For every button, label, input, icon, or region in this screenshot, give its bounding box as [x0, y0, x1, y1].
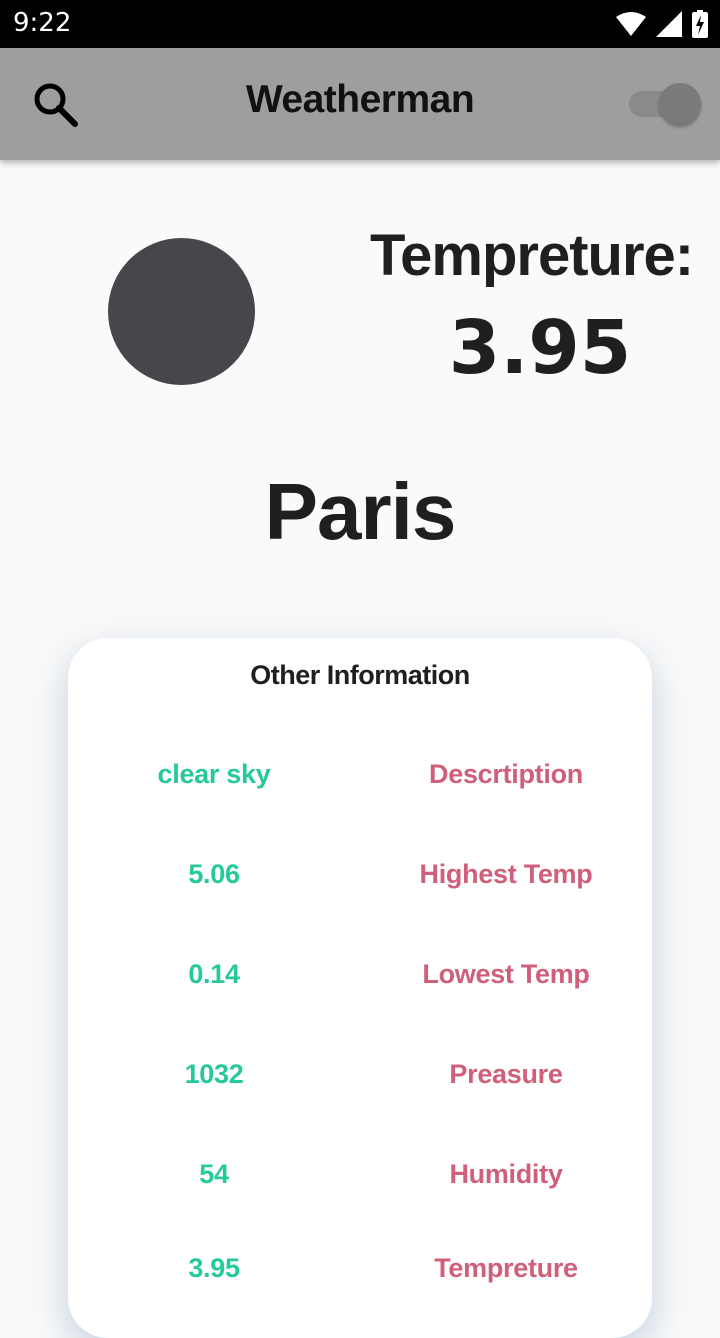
- info-row-humidity: 54 Humidity: [68, 1159, 652, 1199]
- info-label: Preasure: [449, 1059, 563, 1089]
- theme-toggle[interactable]: [627, 82, 701, 126]
- info-row-description: clear sky Descrtiption: [68, 759, 652, 799]
- app-title: Weatherman: [245, 78, 475, 121]
- info-row-highest-temp: 5.06 Highest Temp: [68, 859, 652, 899]
- status-bar: 9:22: [0, 0, 720, 48]
- info-label: Highest Temp: [419, 859, 593, 889]
- info-value: 54: [199, 1159, 229, 1189]
- wifi-icon: [616, 11, 646, 37]
- info-row-temperature: 3.95 Tempreture: [68, 1253, 652, 1293]
- info-label: Lowest Temp: [422, 959, 590, 989]
- city-name: Paris: [264, 467, 457, 556]
- signal-icon: [656, 11, 682, 37]
- card-title: Other Information: [250, 660, 470, 690]
- status-icons: [616, 10, 708, 38]
- other-info-card: Other Information clear sky Descrtiption…: [68, 638, 652, 1338]
- info-value: 1032: [184, 1059, 244, 1089]
- status-time: 9:22: [13, 8, 72, 38]
- temperature-value: 3.95: [448, 305, 632, 391]
- info-label: Descrtiption: [429, 759, 583, 789]
- info-value: 5.06: [188, 859, 240, 889]
- temperature-label: Tempreture:: [370, 223, 694, 288]
- app-bar: Weatherman: [0, 48, 720, 160]
- info-value: 3.95: [188, 1253, 240, 1283]
- info-label: Tempreture: [434, 1253, 578, 1283]
- info-value: clear sky: [157, 759, 271, 789]
- info-row-pressure: 1032 Preasure: [68, 1059, 652, 1099]
- battery-icon: [692, 10, 708, 38]
- info-row-lowest-temp: 0.14 Lowest Temp: [68, 959, 652, 999]
- info-value: 0.14: [188, 959, 240, 989]
- weather-icon: [108, 238, 255, 385]
- toggle-thumb[interactable]: [659, 83, 701, 125]
- info-label: Humidity: [449, 1159, 563, 1189]
